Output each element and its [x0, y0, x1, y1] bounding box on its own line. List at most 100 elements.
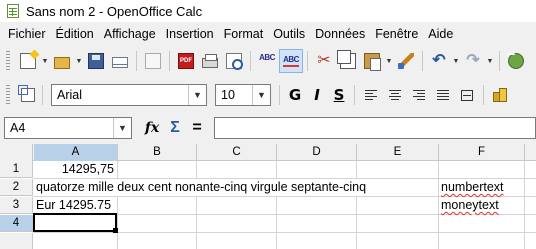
formula-input[interactable]: [214, 117, 536, 139]
align-right-button[interactable]: [407, 83, 431, 107]
styles-icon: [21, 88, 35, 102]
spellcheck-button[interactable]: ABC: [255, 49, 279, 73]
paste-button[interactable]: [360, 49, 384, 73]
autofill-handle[interactable]: [113, 228, 118, 233]
undo-icon: ↶: [432, 52, 446, 69]
column-header-c[interactable]: C: [197, 144, 277, 161]
formatting-toolbar: Arial ▼ 10 ▼ G I S: [0, 80, 536, 110]
smiley-icon: [508, 53, 524, 69]
justify-button[interactable]: [431, 83, 455, 107]
column-header-f[interactable]: F: [439, 144, 525, 161]
cell-a2[interactable]: quatorze mille deux cent nonante-cinq vi…: [34, 179, 438, 196]
menu-fichier[interactable]: Fichier: [4, 27, 50, 41]
paste-icon: [364, 53, 381, 71]
new-document-button[interactable]: [16, 49, 40, 73]
name-box[interactable]: A4 ▼: [4, 117, 132, 139]
menu-donnees[interactable]: Données: [311, 27, 369, 41]
selected-cell-cursor[interactable]: [33, 213, 117, 232]
row-header-5[interactable]: [0, 233, 33, 249]
styles-button[interactable]: [16, 83, 40, 107]
toolbar-grip[interactable]: [6, 85, 10, 105]
underline-button[interactable]: S: [328, 83, 350, 107]
font-name-combobox[interactable]: Arial ▼: [51, 84, 207, 106]
merge-cells-button[interactable]: [455, 83, 479, 107]
row-header-2[interactable]: 2: [0, 179, 33, 196]
chevron-down-icon[interactable]: ▼: [252, 85, 270, 105]
printer-icon: [202, 54, 218, 68]
column-header-d[interactable]: D: [277, 144, 357, 161]
font-size-combobox[interactable]: 10 ▼: [215, 84, 271, 106]
menu-insertion[interactable]: Insertion: [162, 27, 218, 41]
print-preview-button[interactable]: [222, 49, 246, 73]
undo-button[interactable]: ↶: [427, 49, 451, 73]
separator: [279, 85, 280, 105]
separator: [136, 51, 137, 71]
grid-line: [117, 161, 118, 249]
folder-open-icon: [54, 56, 70, 69]
undo-dropdown-button[interactable]: ▼: [451, 49, 461, 73]
row-header-3[interactable]: 3: [0, 197, 33, 214]
font-name-value[interactable]: Arial: [52, 88, 188, 102]
copy-button[interactable]: [336, 49, 360, 73]
copy-icon: [337, 50, 356, 69]
align-left-button[interactable]: [359, 83, 383, 107]
email-button[interactable]: [108, 49, 132, 73]
cell-reference[interactable]: A4: [5, 121, 113, 135]
email-icon: [112, 57, 128, 68]
select-all-corner[interactable]: [0, 144, 33, 161]
font-size-value[interactable]: 10: [216, 88, 252, 102]
redo-dropdown-button[interactable]: ▼: [485, 49, 495, 73]
auto-spellcheck-button[interactable]: ABC: [279, 49, 303, 73]
sum-button[interactable]: Σ: [164, 116, 186, 140]
bold-button[interactable]: G: [284, 83, 306, 107]
merge-cells-icon: [461, 89, 473, 101]
italic-button[interactable]: I: [306, 83, 328, 107]
clone-formatting-button[interactable]: [394, 49, 418, 73]
row-header-1[interactable]: 1: [0, 161, 33, 178]
chevron-down-icon[interactable]: ▼: [113, 118, 131, 138]
redo-button[interactable]: ↷: [461, 49, 485, 73]
align-center-icon: [389, 89, 401, 101]
open-dropdown-button[interactable]: ▼: [74, 49, 84, 73]
menu-affichage[interactable]: Affichage: [100, 27, 160, 41]
cut-button[interactable]: ✂: [312, 49, 336, 73]
separator: [354, 85, 355, 105]
print-button[interactable]: [198, 49, 222, 73]
extension-button[interactable]: [504, 49, 528, 73]
separator: [422, 51, 423, 71]
separator: [42, 85, 43, 105]
column-header-e[interactable]: E: [357, 144, 439, 161]
paintbrush-icon: [398, 53, 414, 69]
cell-a3[interactable]: Eur 14295.75: [34, 197, 116, 214]
separator: [499, 51, 500, 71]
cell-f2[interactable]: numbertext: [439, 179, 524, 196]
menu-format[interactable]: Format: [220, 27, 268, 41]
new-dropdown-button[interactable]: ▼: [40, 49, 50, 73]
cell-f3[interactable]: moneytext: [439, 197, 524, 214]
menu-edition[interactable]: Édition: [52, 27, 98, 41]
menu-aide[interactable]: Aide: [424, 27, 457, 41]
align-left-icon: [365, 89, 377, 101]
currency-format-button[interactable]: [488, 83, 512, 107]
menu-bar: Fichier Édition Affichage Insertion Form…: [0, 24, 536, 44]
function-button[interactable]: =: [186, 116, 208, 140]
column-header-a[interactable]: A: [34, 144, 118, 161]
align-right-icon: [413, 89, 425, 101]
spreadsheet-grid[interactable]: A B C D E F 1 2 3 4 14295,75 quatorze mi…: [0, 144, 536, 249]
menu-fenetre[interactable]: Fenêtre: [371, 27, 422, 41]
column-header-b[interactable]: B: [118, 144, 197, 161]
edit-file-button[interactable]: [141, 49, 165, 73]
toolbar-grip[interactable]: [6, 51, 10, 71]
formula-bar: A4 ▼ fx Σ =: [0, 114, 536, 142]
separator: [307, 51, 308, 71]
chevron-down-icon[interactable]: ▼: [188, 85, 206, 105]
align-center-button[interactable]: [383, 83, 407, 107]
paste-dropdown-button[interactable]: ▼: [384, 49, 394, 73]
save-button[interactable]: [84, 49, 108, 73]
open-button[interactable]: [50, 49, 74, 73]
menu-outils[interactable]: Outils: [269, 27, 309, 41]
cell-a1[interactable]: 14295,75: [34, 161, 116, 178]
export-pdf-button[interactable]: PDF: [174, 49, 198, 73]
row-header-4[interactable]: 4: [0, 215, 33, 232]
function-wizard-button[interactable]: fx: [140, 116, 164, 140]
